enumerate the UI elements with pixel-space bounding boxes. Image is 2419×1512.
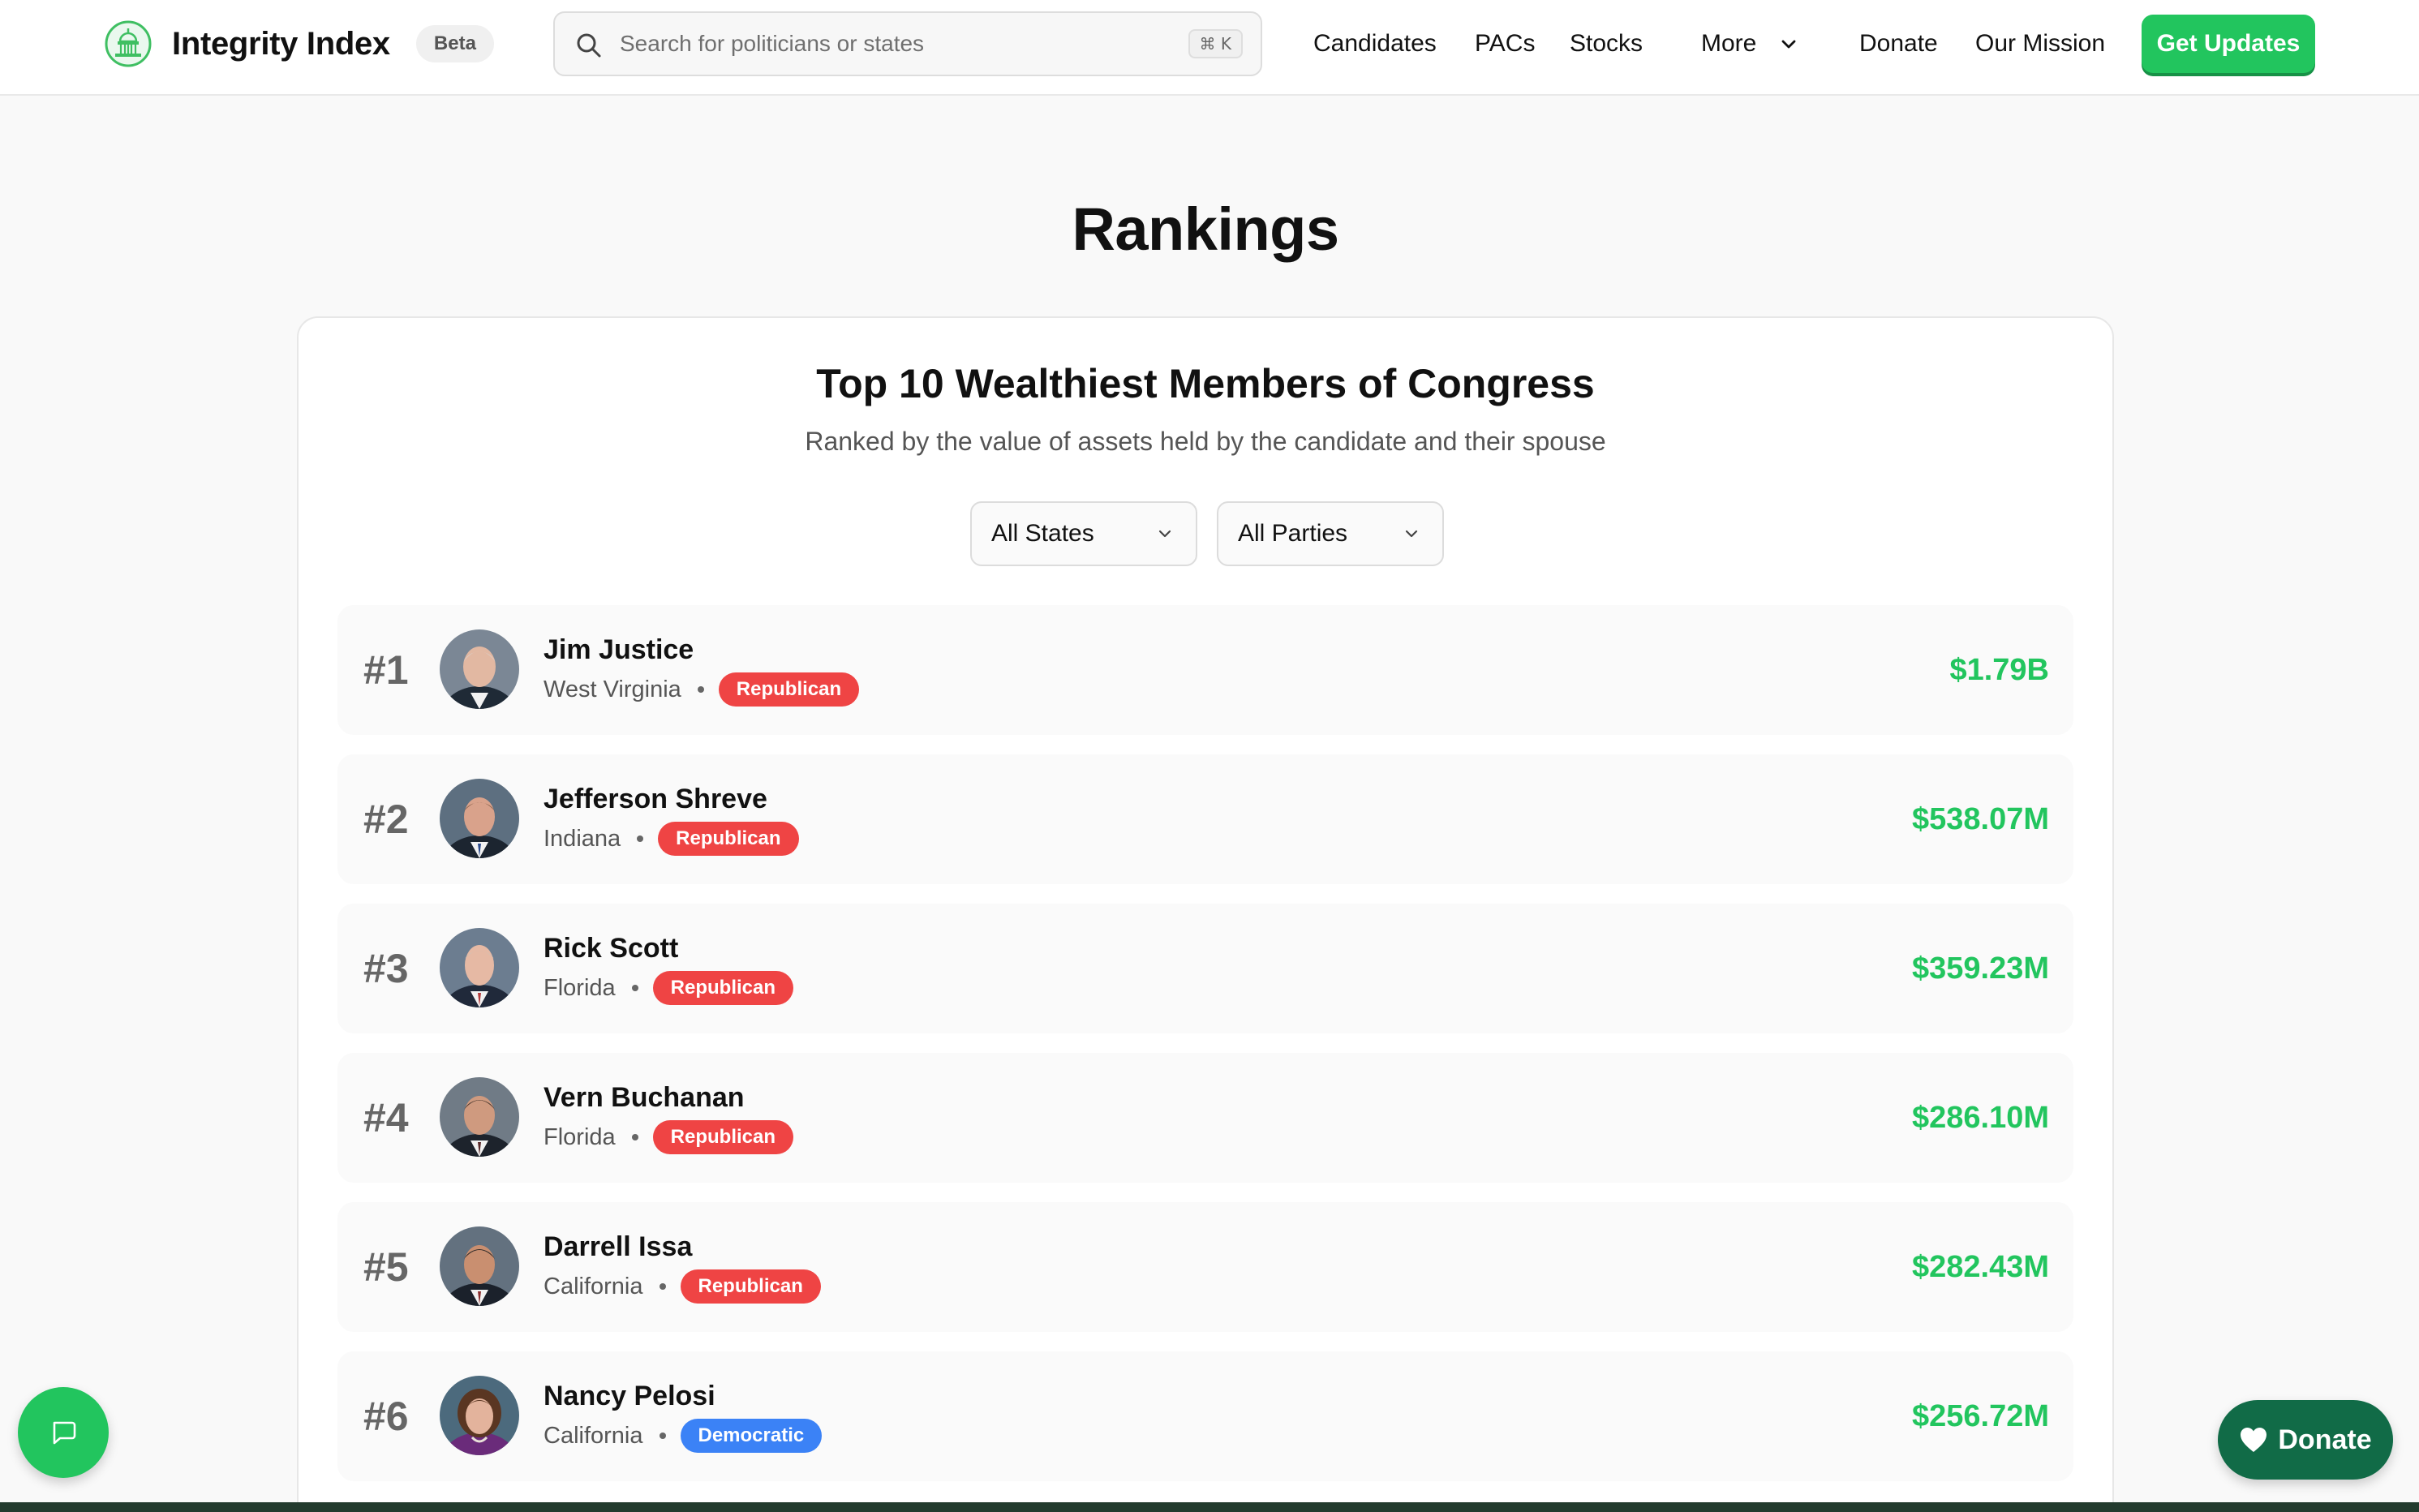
rank-number: #2 xyxy=(363,797,409,842)
ranking-row[interactable]: #4 Vern Buchanan Florida Republican $286… xyxy=(337,1053,2073,1183)
nav-our-mission[interactable]: Our Mission xyxy=(1975,23,2105,65)
party-filter-select[interactable]: All Parties xyxy=(1217,501,1444,566)
separator-dot xyxy=(631,985,638,991)
heart-icon xyxy=(2241,1428,2267,1452)
member-state: California xyxy=(544,1422,643,1449)
chevron-down-icon xyxy=(1781,40,1796,49)
member-name: Jim Justice xyxy=(544,634,694,665)
chat-button[interactable] xyxy=(18,1387,109,1478)
net-worth: $1.79B xyxy=(1949,653,2049,687)
party-badge: Democratic xyxy=(680,1419,823,1453)
search-bar[interactable]: ⌘ K xyxy=(553,11,1262,76)
avatar xyxy=(440,1077,519,1157)
separator-dot xyxy=(637,835,644,842)
member-state: Florida xyxy=(544,1123,616,1150)
separator-dot xyxy=(659,1433,666,1439)
member-meta: West Virginia Republican xyxy=(544,672,860,707)
separator-dot xyxy=(631,1134,638,1140)
floating-donate-button[interactable]: Donate xyxy=(2218,1400,2393,1480)
member-meta: Indiana Republican xyxy=(544,821,799,857)
ranking-row[interactable]: #5 Darrell Issa California Republican $2… xyxy=(337,1202,2073,1332)
bottom-edge-bar xyxy=(0,1502,2419,1512)
ranking-row[interactable]: #6 Nancy Pelosi California Democratic $2… xyxy=(337,1351,2073,1481)
rank-number: #4 xyxy=(363,1095,409,1140)
member-state: Indiana xyxy=(544,825,621,852)
party-badge: Republican xyxy=(680,1269,821,1304)
rankings-card: Top 10 Wealthiest Members of Congress Ra… xyxy=(297,316,2114,1512)
page-title: Rankings xyxy=(1072,195,1339,263)
party-badge: Republican xyxy=(652,971,794,1005)
avatar xyxy=(440,928,519,1007)
separator-dot xyxy=(659,1283,666,1290)
chevron-down-icon xyxy=(1405,530,1418,538)
top-navigation-bar: Integrity Index Beta ⌘ K Candidates PACs… xyxy=(0,0,2419,96)
brand-name: Integrity Index xyxy=(172,25,390,62)
net-worth: $282.43M xyxy=(1911,1250,2049,1284)
floating-donate-label: Donate xyxy=(2278,1424,2372,1455)
nav-stocks[interactable]: Stocks xyxy=(1570,23,1643,65)
member-state: West Virginia xyxy=(544,676,681,702)
search-shortcut-hint: ⌘ K xyxy=(1188,29,1243,58)
ranking-row[interactable]: #3 Rick Scott Florida Republican $359.23… xyxy=(337,904,2073,1033)
net-worth: $538.07M xyxy=(1911,802,2049,836)
ranking-row[interactable]: #1 Jim Justice West Virginia Republican … xyxy=(337,605,2073,735)
rank-number: #3 xyxy=(363,946,409,991)
capitol-logo-icon xyxy=(105,20,152,67)
card-title: Top 10 Wealthiest Members of Congress xyxy=(816,361,1595,406)
member-name: Vern Buchanan xyxy=(544,1082,745,1113)
brand[interactable]: Integrity Index Beta xyxy=(104,19,494,68)
net-worth: $256.72M xyxy=(1911,1399,2049,1433)
beta-badge: Beta xyxy=(415,25,494,62)
nav-pacs[interactable]: PACs xyxy=(1475,23,1535,65)
nav-donate[interactable]: Donate xyxy=(1859,23,1938,65)
avatar xyxy=(440,629,519,709)
chevron-down-icon xyxy=(1158,530,1171,538)
rank-number: #1 xyxy=(363,647,409,693)
party-badge: Republican xyxy=(718,672,860,707)
member-meta: California Republican xyxy=(544,1269,821,1304)
member-state: California xyxy=(544,1273,643,1299)
nav-more-dropdown[interactable]: More xyxy=(1701,23,1798,65)
avatar xyxy=(440,779,519,858)
party-badge: Republican xyxy=(652,1120,794,1154)
member-name: Nancy Pelosi xyxy=(544,1381,715,1411)
state-filter-select[interactable]: All States xyxy=(970,501,1197,566)
card-subtitle: Ranked by the value of assets held by th… xyxy=(805,427,1606,456)
member-meta: Florida Republican xyxy=(544,1119,794,1155)
avatar xyxy=(440,1376,519,1455)
member-state: Florida xyxy=(544,974,616,1001)
nav-candidates[interactable]: Candidates xyxy=(1313,23,1437,65)
party-badge: Republican xyxy=(658,822,799,856)
net-worth: $286.10M xyxy=(1911,1101,2049,1135)
member-meta: California Democratic xyxy=(544,1418,823,1454)
state-filter-value: All States xyxy=(991,520,1094,547)
party-filter-value: All Parties xyxy=(1238,520,1348,547)
avatar xyxy=(440,1226,519,1306)
separator-dot xyxy=(697,686,704,693)
rank-number: #5 xyxy=(363,1244,409,1290)
member-name: Darrell Issa xyxy=(544,1231,693,1262)
search-icon xyxy=(577,33,601,58)
ranking-row[interactable]: #2 Jefferson Shreve Indiana Republican $… xyxy=(337,754,2073,884)
member-meta: Florida Republican xyxy=(544,970,794,1006)
rank-number: #6 xyxy=(363,1394,409,1439)
member-name: Rick Scott xyxy=(544,933,679,964)
search-input[interactable] xyxy=(620,13,1106,75)
chat-bubble-icon xyxy=(53,1421,76,1445)
member-name: Jefferson Shreve xyxy=(544,784,767,814)
get-updates-button[interactable]: Get Updates xyxy=(2142,15,2315,73)
net-worth: $359.23M xyxy=(1911,951,2049,986)
nav-more-label: More xyxy=(1701,30,1757,57)
